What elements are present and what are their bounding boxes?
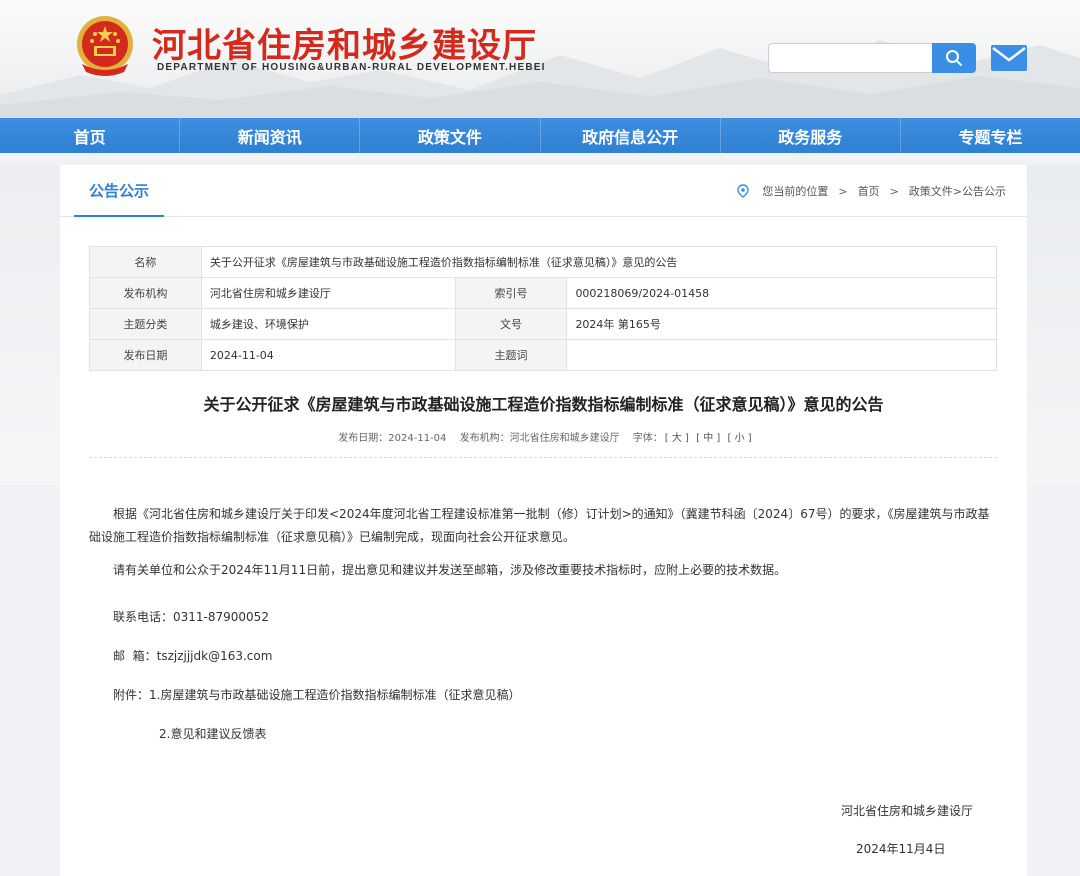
font-size-large-button[interactable]: [ 大 ]: [665, 433, 689, 444]
breadcrumb-path[interactable]: 政策文件>公告公示: [909, 183, 1006, 199]
nav-item-topics[interactable]: 专题专栏: [901, 118, 1080, 153]
section-tab-announcements[interactable]: 公告公示: [74, 165, 164, 217]
keyword-label: 主题词: [454, 339, 568, 371]
topic-value: 城乡建设、环境保护: [200, 308, 456, 340]
org-value: 河北省住房和城乡建设厅: [200, 277, 456, 309]
nav-item-services[interactable]: 政务服务: [721, 118, 901, 153]
docno-label: 文号: [454, 308, 568, 340]
index-label: 索引号: [454, 277, 568, 309]
document-info-table: 名称 关于公开征求《房屋建筑与市政基础设施工程造价指数指标编制标准（征求意见稿）…: [89, 246, 998, 371]
search-button[interactable]: [932, 43, 976, 73]
mail-icon[interactable]: [991, 45, 1027, 71]
nav-item-news[interactable]: 新闻资讯: [180, 118, 361, 153]
article-title: 关于公开征求《房屋建筑与市政基础设施工程造价指数指标编制标准（征求意见稿）》意见…: [203, 395, 884, 414]
site-header: 河北省住房和城乡建设厅 DEPARTMENT OF HOUSING&URBAN-…: [0, 0, 1080, 118]
nav-item-home[interactable]: 首页: [0, 118, 181, 153]
index-value: 000218069/2024-01458: [566, 277, 997, 309]
article-meta: 发布日期：2024-11-04 发布机构：河北省住房和城乡建设厅 字体：[ 大 …: [60, 429, 1027, 444]
background-left-decoration: [0, 165, 60, 485]
date-value: 2024-11-04: [200, 339, 456, 371]
article-paragraph-1: 根据《河北省住房和城乡建设厅关于印发<2024年度河北省工程建设标准第一批制（修…: [89, 507, 990, 544]
nav-item-gov-info[interactable]: 政府信息公开: [541, 118, 721, 153]
breadcrumb-prefix: 您当前的位置: [762, 185, 829, 198]
breadcrumb-separator: >: [889, 184, 899, 198]
breadcrumb: 您当前的位置 > 首页 > 政策文件>公告公示: [737, 183, 1009, 199]
signature-date: 2024年11月4日: [856, 842, 946, 856]
org-label: 发布机构: [89, 277, 202, 309]
docno-value: 2024年 第165号: [566, 308, 997, 340]
name-label: 名称: [89, 246, 202, 278]
meta-org: 发布机构：河北省住房和城乡建设厅: [459, 433, 620, 444]
breadcrumb-home[interactable]: 首页: [858, 183, 880, 199]
search-input[interactable]: [768, 43, 934, 73]
main-nav: 首页 新闻资讯 政策文件 政府信息公开 政务服务 专题专栏: [0, 118, 1080, 153]
national-emblem-icon: [77, 16, 133, 76]
site-title: 河北省住房和城乡建设厅: [152, 26, 537, 66]
attachment-link-1[interactable]: 附件：1.房屋建筑与市政基础设施工程造价指数指标编制标准（征求意见稿）: [113, 686, 520, 703]
breadcrumb-separator: >: [838, 184, 848, 198]
contact-email: 邮 箱：tszjzjjjdk@163.com: [113, 649, 273, 663]
meta-font-label: 字体：: [632, 433, 663, 444]
search-icon: [946, 50, 962, 66]
section-header: 公告公示 您当前的位置 > 首页 > 政策文件>公告公示: [60, 165, 1027, 217]
content-card: 公告公示 您当前的位置 > 首页 > 政策文件>公告公示 名称 关于公开征求《房…: [60, 165, 1027, 876]
signature-org: 河北省住房和城乡建设厅: [841, 804, 974, 818]
table-row: 名称 关于公开征求《房屋建筑与市政基础设施工程造价指数指标编制标准（征求意见稿）…: [89, 246, 998, 278]
nav-item-policy[interactable]: 政策文件: [360, 118, 541, 153]
attachment-link-2[interactable]: 2.意见和建议反馈表: [159, 725, 266, 742]
date-label: 发布日期: [89, 339, 202, 371]
table-row: 主题分类 城乡建设、环境保护 文号 2024年 第165号: [89, 308, 997, 340]
site-subtitle: DEPARTMENT OF HOUSING&URBAN-RURAL DEVELO…: [157, 62, 546, 73]
background-building-decoration: [1020, 165, 1080, 485]
topic-label: 主题分类: [89, 308, 202, 340]
article-paragraph-2: 请有关单位和公众于2024年11月11日前，提出意见和建议并发送至邮箱，涉及修改…: [113, 563, 787, 577]
table-row: 发布机构 河北省住房和城乡建设厅 索引号 000218069/2024-0145…: [89, 277, 997, 309]
font-size-medium-button[interactable]: [ 中 ]: [696, 433, 720, 444]
font-size-small-button[interactable]: [ 小 ]: [728, 433, 752, 444]
keyword-value: [566, 339, 997, 371]
table-row: 发布日期 2024-11-04 主题词: [89, 339, 997, 371]
name-value: 关于公开征求《房屋建筑与市政基础设施工程造价指数指标编制标准（征求意见稿）》意见…: [200, 246, 998, 278]
meta-date: 发布日期：2024-11-04: [338, 433, 447, 444]
divider: [89, 457, 997, 458]
contact-phone: 联系电话：0311-87900052: [113, 610, 269, 624]
location-icon: [737, 184, 750, 198]
